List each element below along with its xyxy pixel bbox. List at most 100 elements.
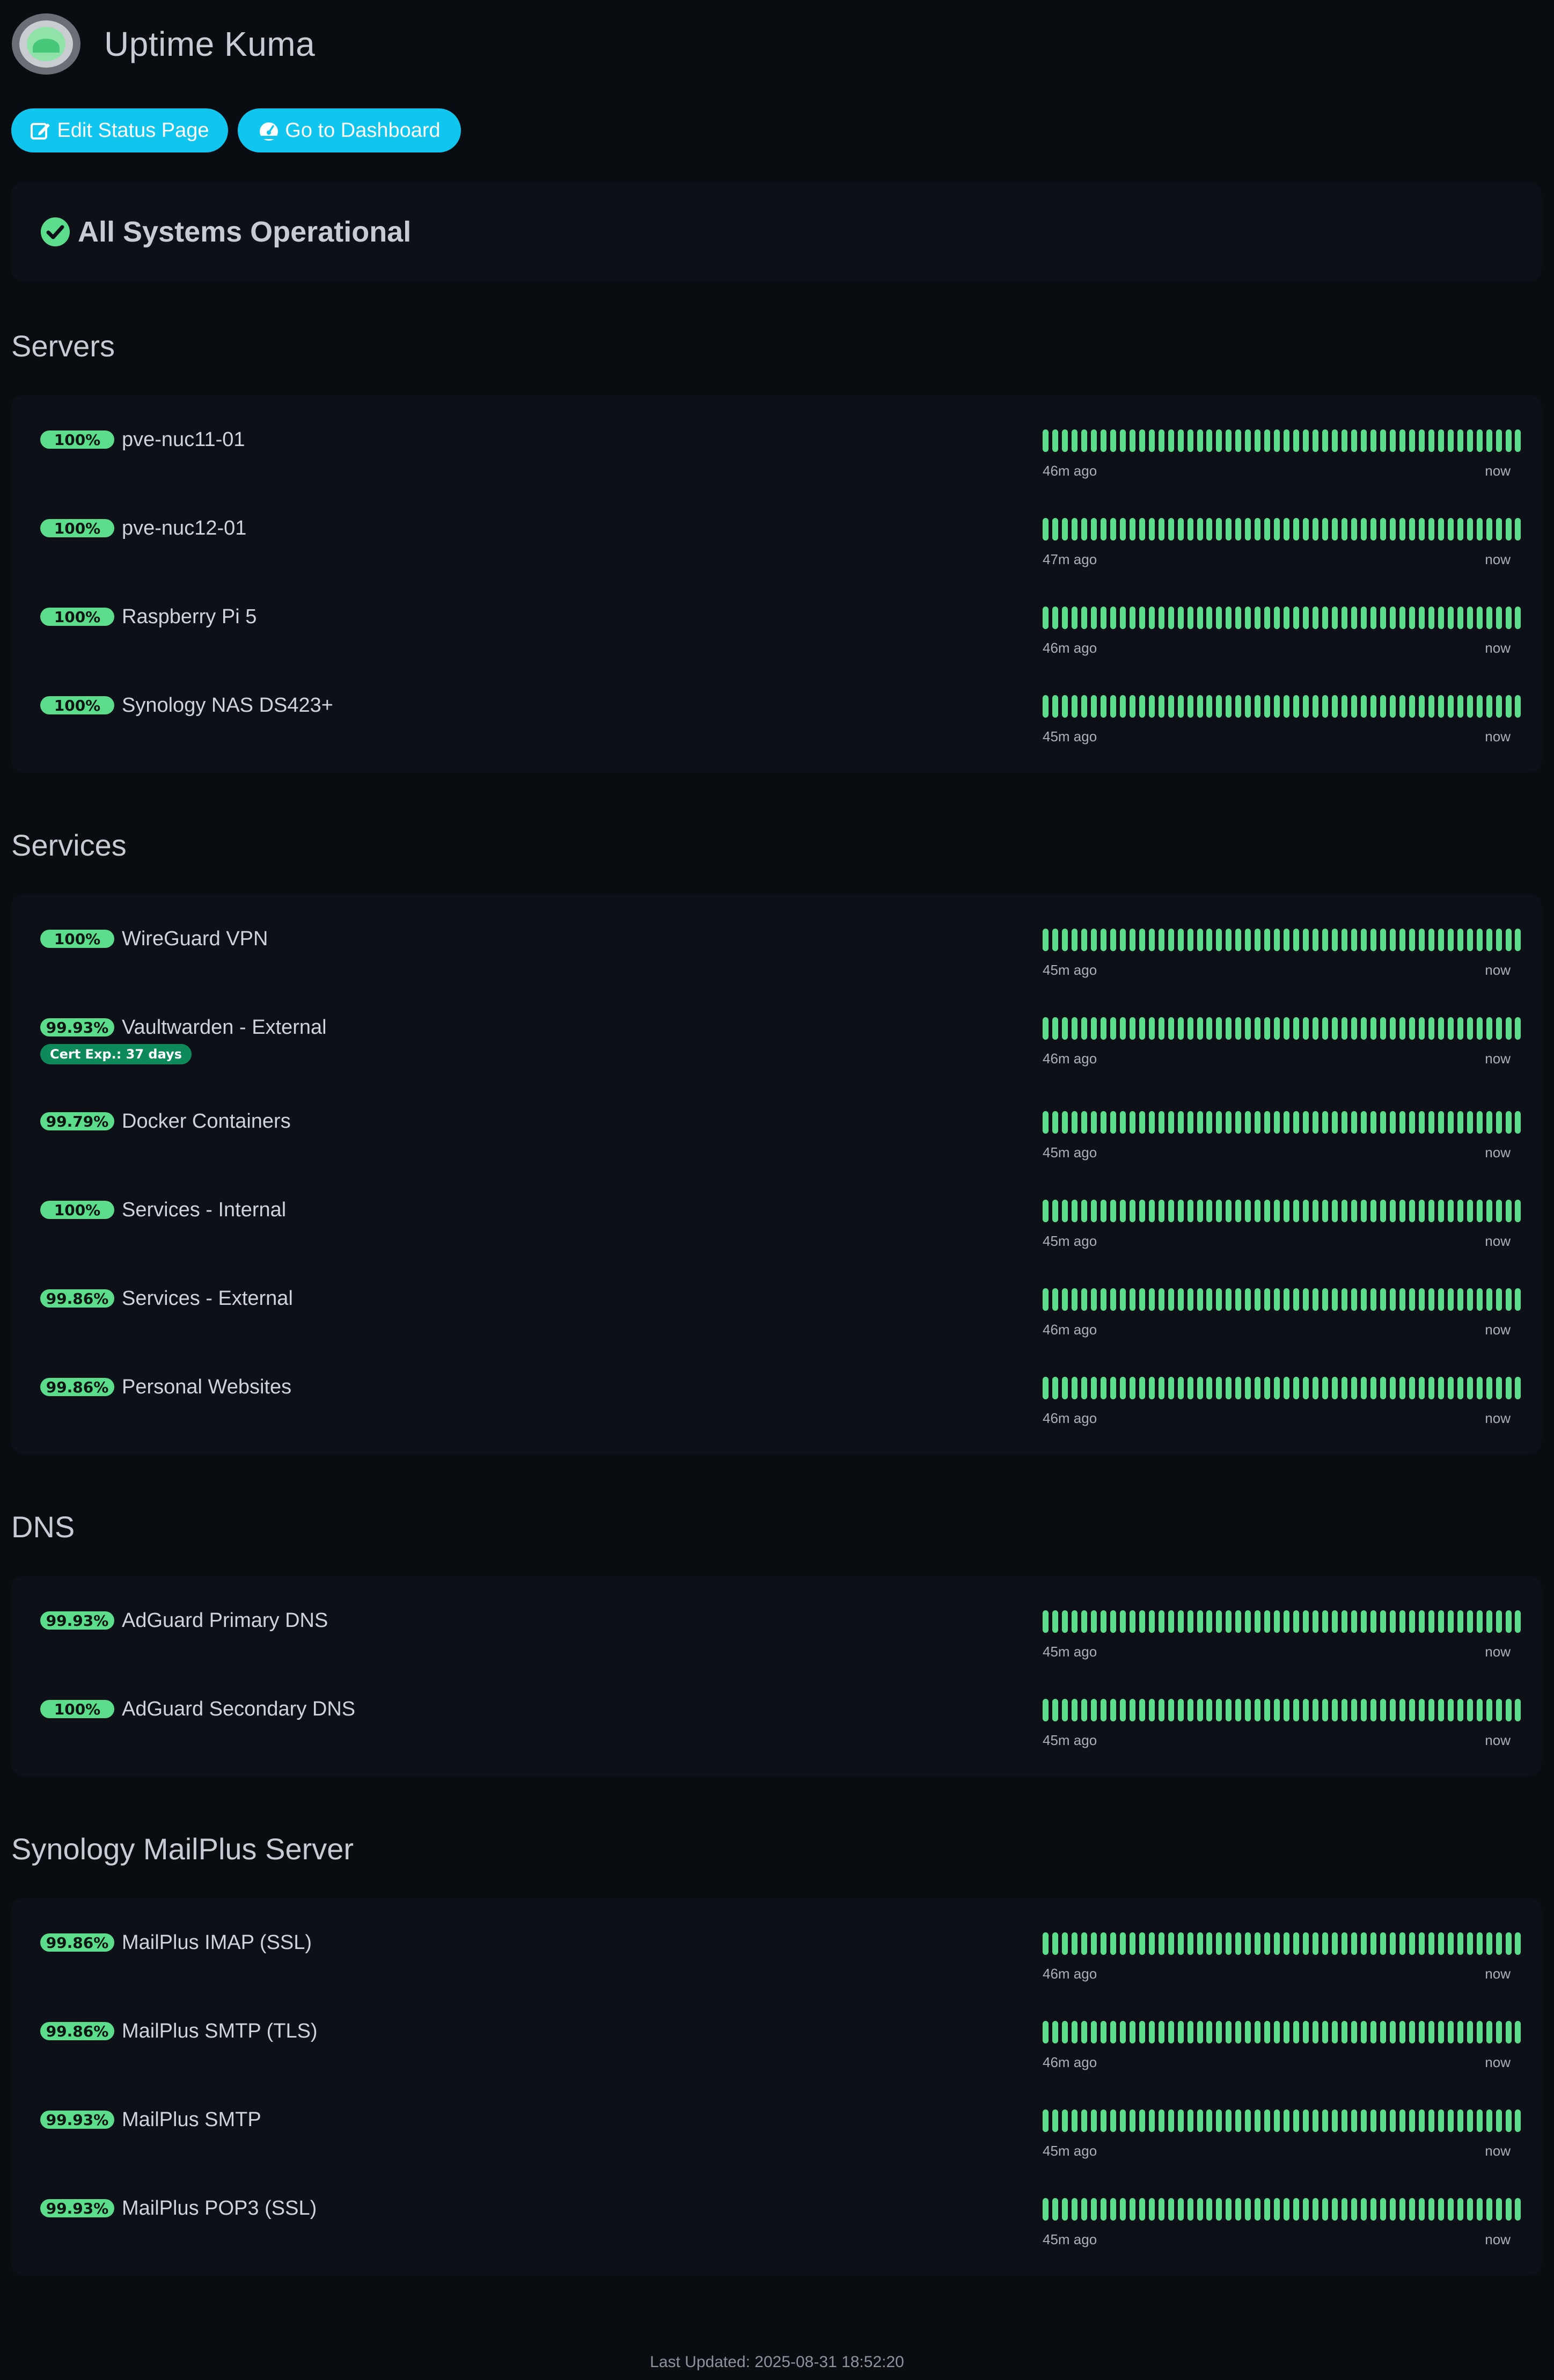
heartbeat-up[interactable]	[1216, 1200, 1222, 1222]
heartbeat-up[interactable]	[1264, 1610, 1271, 1633]
heartbeat-up[interactable]	[1380, 1017, 1386, 1040]
monitor-name[interactable]: Raspberry Pi 5	[122, 605, 256, 629]
heartbeat-up[interactable]	[1216, 2109, 1222, 2132]
heartbeat-up[interactable]	[1505, 1288, 1512, 1311]
heartbeat-up[interactable]	[1322, 1200, 1329, 1222]
heartbeat-up[interactable]	[1496, 1288, 1502, 1311]
heartbeat-up[interactable]	[1418, 1017, 1425, 1040]
heartbeat-up[interactable]	[1457, 1017, 1463, 1040]
heartbeat-up[interactable]	[1351, 1288, 1357, 1311]
monitor-row[interactable]: 99.86% Personal Websites 46m ago now	[11, 1372, 1542, 1437]
heartbeat-up[interactable]	[1081, 1111, 1087, 1134]
heartbeat-up[interactable]	[1226, 607, 1232, 629]
heartbeat-up[interactable]	[1206, 1932, 1213, 1955]
heartbeat-up[interactable]	[1476, 1932, 1483, 1955]
monitor-row[interactable]: 100% Synology NAS DS423+ 45m ago now	[11, 691, 1542, 755]
heartbeat-up[interactable]	[1187, 1377, 1193, 1399]
heartbeat-up[interactable]	[1129, 695, 1135, 718]
heartbeat-up[interactable]	[1399, 1200, 1405, 1222]
heartbeat-up[interactable]	[1360, 1699, 1367, 1721]
heartbeat-up[interactable]	[1515, 2021, 1521, 2043]
heartbeat-up[interactable]	[1389, 2021, 1396, 2043]
heartbeat-up[interactable]	[1177, 1288, 1184, 1311]
monitor-name[interactable]: pve-nuc12-01	[122, 517, 246, 540]
heartbeat-up[interactable]	[1226, 1111, 1232, 1134]
monitor-row[interactable]: 99.93% Vaultwarden - External Cert Exp.: 3…	[11, 1013, 1542, 1077]
heartbeat-up[interactable]	[1457, 2021, 1463, 2043]
heartbeat-up[interactable]	[1061, 1017, 1068, 1040]
heartbeat-up[interactable]	[1457, 695, 1463, 718]
heartbeat-up[interactable]	[1303, 929, 1309, 951]
heartbeat-up[interactable]	[1467, 1932, 1473, 1955]
heartbeat-up[interactable]	[1274, 429, 1280, 452]
heartbeat-up[interactable]	[1177, 2021, 1184, 2043]
heartbeat-up[interactable]	[1100, 1200, 1106, 1222]
heartbeat-up[interactable]	[1515, 1932, 1521, 1955]
heartbeat-up[interactable]	[1187, 429, 1193, 452]
heartbeat-up[interactable]	[1447, 1932, 1454, 1955]
heartbeat-up[interactable]	[1360, 1111, 1367, 1134]
heartbeat-up[interactable]	[1284, 1377, 1290, 1399]
heartbeat-up[interactable]	[1351, 2021, 1357, 2043]
heartbeat-up[interactable]	[1313, 518, 1319, 541]
monitor-row[interactable]: 99.79% Docker Containers 45m ago now	[11, 1107, 1542, 1171]
heartbeat-up[interactable]	[1197, 1932, 1203, 1955]
heartbeat-up[interactable]	[1235, 518, 1242, 541]
heartbeat-up[interactable]	[1110, 518, 1116, 541]
heartbeat-bar[interactable]	[1043, 2021, 1521, 2043]
heartbeat-up[interactable]	[1148, 429, 1155, 452]
heartbeat-up[interactable]	[1119, 1377, 1126, 1399]
heartbeat-up[interactable]	[1052, 1699, 1058, 1721]
heartbeat-up[interactable]	[1505, 2109, 1512, 2132]
heartbeat-up[interactable]	[1090, 1200, 1097, 1222]
heartbeat-bar[interactable]	[1043, 1699, 1521, 1721]
heartbeat-up[interactable]	[1389, 1111, 1396, 1134]
heartbeat-up[interactable]	[1255, 1200, 1261, 1222]
heartbeat-up[interactable]	[1216, 607, 1222, 629]
heartbeat-up[interactable]	[1081, 607, 1087, 629]
heartbeat-up[interactable]	[1447, 1699, 1454, 1721]
monitor-name[interactable]: AdGuard Primary DNS	[122, 1609, 328, 1632]
heartbeat-up[interactable]	[1245, 695, 1251, 718]
heartbeat-up[interactable]	[1313, 2109, 1319, 2132]
heartbeat-up[interactable]	[1119, 695, 1126, 718]
heartbeat-up[interactable]	[1486, 518, 1492, 541]
heartbeat-up[interactable]	[1100, 1610, 1106, 1633]
heartbeat-up[interactable]	[1226, 1017, 1232, 1040]
monitor-name[interactable]: Docker Containers	[122, 1110, 291, 1133]
heartbeat-up[interactable]	[1342, 429, 1348, 452]
heartbeat-up[interactable]	[1071, 2109, 1077, 2132]
heartbeat-up[interactable]	[1081, 429, 1087, 452]
heartbeat-up[interactable]	[1110, 429, 1116, 452]
heartbeat-up[interactable]	[1226, 1288, 1232, 1311]
heartbeat-up[interactable]	[1370, 1288, 1376, 1311]
heartbeat-up[interactable]	[1428, 2021, 1434, 2043]
heartbeat-up[interactable]	[1052, 429, 1058, 452]
heartbeat-up[interactable]	[1061, 695, 1068, 718]
heartbeat-up[interactable]	[1476, 2198, 1483, 2221]
heartbeat-up[interactable]	[1467, 695, 1473, 718]
heartbeat-up[interactable]	[1428, 1377, 1434, 1399]
heartbeat-up[interactable]	[1515, 1699, 1521, 1721]
heartbeat-up[interactable]	[1486, 1610, 1492, 1633]
heartbeat-up[interactable]	[1187, 1699, 1193, 1721]
heartbeat-up[interactable]	[1418, 2109, 1425, 2132]
heartbeat-up[interactable]	[1351, 2109, 1357, 2132]
heartbeat-up[interactable]	[1119, 518, 1126, 541]
heartbeat-up[interactable]	[1255, 1288, 1261, 1311]
heartbeat-up[interactable]	[1264, 2198, 1271, 2221]
heartbeat-up[interactable]	[1284, 1200, 1290, 1222]
heartbeat-up[interactable]	[1052, 929, 1058, 951]
heartbeat-up[interactable]	[1322, 1288, 1329, 1311]
heartbeat-up[interactable]	[1428, 607, 1434, 629]
heartbeat-up[interactable]	[1187, 1288, 1193, 1311]
heartbeat-up[interactable]	[1235, 1699, 1242, 1721]
heartbeat-up[interactable]	[1226, 518, 1232, 541]
heartbeat-up[interactable]	[1293, 1699, 1300, 1721]
heartbeat-up[interactable]	[1380, 1288, 1386, 1311]
heartbeat-up[interactable]	[1245, 1610, 1251, 1633]
heartbeat-up[interactable]	[1293, 518, 1300, 541]
heartbeat-up[interactable]	[1255, 1610, 1261, 1633]
heartbeat-up[interactable]	[1255, 1377, 1261, 1399]
heartbeat-up[interactable]	[1052, 1200, 1058, 1222]
